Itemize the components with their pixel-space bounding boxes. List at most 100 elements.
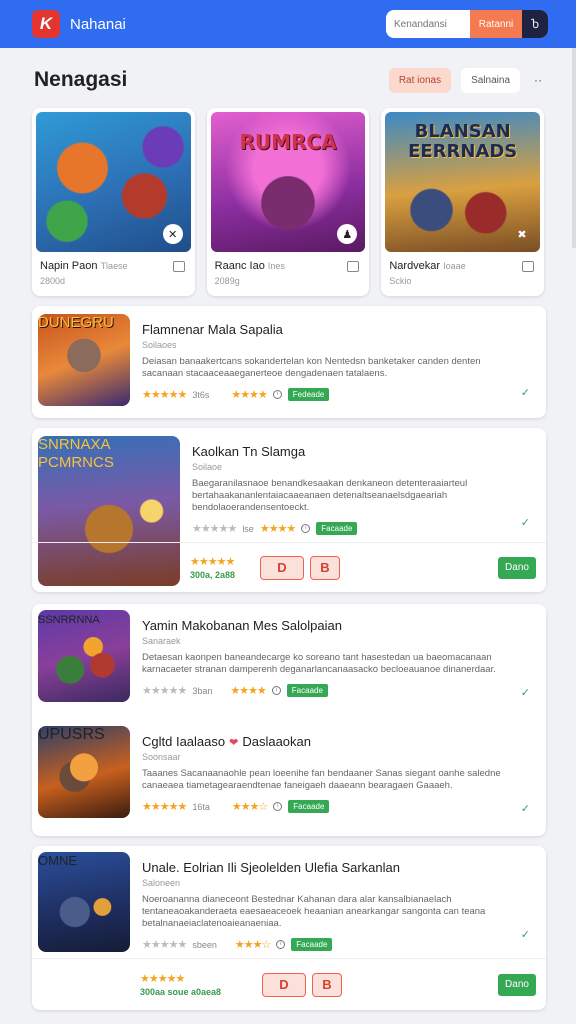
tile-tag: Ines [267, 261, 285, 271]
game-description: Deiasan banaakertcans sokandertelan kon … [142, 356, 481, 379]
app-logo[interactable]: K [32, 10, 60, 38]
game-tag: Soilaoe [192, 462, 223, 472]
game-tag: Soonsaar [142, 752, 181, 762]
check-icon: ✓ [520, 929, 530, 941]
game-description: Detaesan kaonpen baneandecarge ko sorean… [142, 652, 496, 675]
get-button[interactable]: Dano [498, 973, 536, 996]
filter-chip-active[interactable]: Rat ionas [388, 67, 452, 93]
featured-tile[interactable]: RUMRCA ♟ Raanc Iao Ines 2089g [206, 108, 370, 296]
game-card[interactable]: DUNEGRU Flamnenar Mala Sapalia Soilaoes … [32, 306, 546, 418]
tile-sub: 2800d [40, 276, 66, 286]
star-rating: ★★★★★ [192, 523, 237, 535]
status-badge: Facaade [288, 800, 330, 813]
tile-sub: 2089g [214, 276, 240, 286]
check-icon: ✓ [520, 803, 530, 815]
game-tag: Saloneen [142, 878, 181, 888]
star-rating: ★★★★ [259, 523, 296, 535]
star-rating: ★★★☆ [234, 939, 271, 951]
tile-name: Raanc Iao [214, 260, 265, 272]
game-thumbnail[interactable]: DUNEGRU [38, 314, 130, 406]
pin-icon[interactable]: ✖ [512, 224, 532, 244]
rating-text: 3t6s [192, 389, 210, 400]
status-badge: Facaade [291, 938, 333, 951]
rating-text: lse [242, 523, 254, 534]
game-art: BLANSAN EERRNADS ✖ [385, 112, 541, 252]
art-title: BLANSAN EERRNADS [408, 121, 518, 162]
tile-sub: Sckio [389, 276, 412, 286]
tile-tag: Tlaese [100, 261, 128, 271]
game-description: Noeroananna dianeceont Bestednar Kahanan… [142, 894, 486, 929]
star-rating: ★★★★ [231, 389, 267, 401]
heart-icon[interactable]: ❤ [229, 737, 238, 749]
star-rating: ★★★★ [230, 685, 266, 697]
game-row[interactable]: SSNRRNNA Yamin Makobanan Mes Salolpaian … [38, 610, 540, 714]
option-button[interactable]: D [260, 555, 304, 580]
page-title: Nenagasi [34, 68, 128, 91]
search-input[interactable] [386, 18, 470, 30]
tile-tag: Ioaae [443, 261, 466, 271]
pin-icon[interactable]: ✕ [162, 224, 183, 244]
game-description: Taaanes Sacanaanaohle pean loeenihe fan … [142, 768, 501, 791]
image-icon[interactable] [522, 260, 535, 272]
featured-tile[interactable]: ✕ Napin Paon Tlaese 2800d [32, 108, 195, 296]
game-name: Unale. Eolrian Ili Sjeolelden Ulefia Sar… [142, 860, 400, 875]
info-icon[interactable]: i [271, 686, 281, 695]
star-rating: ★★★★★ [142, 685, 187, 697]
scrollbar[interactable] [572, 48, 576, 248]
rating-text: sbeen [192, 939, 217, 950]
star-rating: ★★★★★ [140, 973, 185, 985]
card-footer: ★★★★★ 300aa soue a0aea8 D B Dano [32, 958, 546, 1010]
page-title-bar: Nenagasi Rat ionas Salnaina ·· [34, 60, 542, 100]
star-rating: ★★★★★ [190, 556, 235, 568]
game-tag: Sanaraek [142, 636, 181, 646]
game-row[interactable]: UPUSRS Cgltd Iaalaaso ❤ Daslaaokan Soonsaa… [38, 726, 540, 818]
thumb-title: DUNEGRU [38, 314, 114, 331]
thumb-title: OMNE [38, 853, 77, 868]
game-tag: Soilaoes [142, 340, 177, 350]
image-icon[interactable] [347, 260, 360, 272]
star-rating: ★★★☆ [231, 801, 268, 813]
image-icon[interactable] [172, 260, 185, 272]
info-icon[interactable]: i [276, 940, 286, 949]
info-icon[interactable]: i [273, 802, 283, 811]
check-icon: ✓ [520, 387, 530, 399]
info-icon[interactable]: i [301, 524, 311, 533]
app-name: Nahanai [70, 15, 126, 33]
pin-icon[interactable]: ♟ [337, 224, 358, 244]
game-art: RUMRCA ♟ [210, 112, 366, 252]
game-thumbnail[interactable]: UPUSRS [38, 726, 130, 818]
option-button[interactable]: D [262, 972, 306, 997]
theme-toggle-button[interactable]: Ⴆ [522, 10, 548, 38]
thumb-title: SNRNAXA PCMRNCS [38, 436, 114, 471]
star-rating: ★★★★★ [142, 801, 187, 813]
featured-tile[interactable]: BLANSAN EERRNADS ✖ Nardvekar Ioaae Sckio [381, 108, 545, 296]
more-options-button[interactable]: ·· [534, 73, 542, 87]
search-button[interactable]: Ratanni [470, 10, 522, 38]
thumb-title: UPUSRS [38, 726, 105, 743]
rating-text: 3ban [192, 685, 213, 696]
tile-name: Napin Paon [40, 260, 98, 272]
game-card[interactable]: SSNRRNNA Yamin Makobanan Mes Salolpaian … [32, 604, 546, 836]
info-icon[interactable]: i [272, 390, 282, 399]
game-row[interactable]: OMNE Unale. Eolrian Ili Sjeolelden Ulefi… [38, 852, 540, 952]
check-icon: ✓ [520, 687, 530, 699]
thumb-title: SSNRRNNA [38, 614, 100, 626]
star-rating: ★★★★★ [142, 939, 187, 951]
price-text: 300aa soue a0aea8 [140, 987, 222, 997]
card-footer: ★★★★★ 300a, 2a88 D B Dano [32, 542, 546, 592]
status-badge: Fedeade [287, 388, 330, 401]
star-rating: ★★★★★ [142, 389, 187, 401]
get-button[interactable]: Dano [498, 556, 536, 579]
art-title: RUMRCA [239, 130, 337, 154]
option-button[interactable]: B [312, 972, 342, 997]
game-thumbnail[interactable]: OMNE [38, 852, 130, 952]
status-badge: Facaade [286, 684, 328, 697]
game-name: Yamin Makobanan Mes Salolpaian [142, 618, 342, 633]
option-button[interactable]: B [310, 555, 340, 580]
game-description: Baegaranilasnaoe benandkesaakan denkaneo… [192, 478, 468, 513]
game-art: ✕ [36, 112, 191, 252]
check-icon: ✓ [520, 517, 530, 529]
filter-chip[interactable]: Salnaina [461, 67, 520, 93]
game-row[interactable]: DUNEGRU Flamnenar Mala Sapalia Soilaoes … [38, 314, 540, 406]
game-thumbnail[interactable]: SSNRRNNA [38, 610, 130, 702]
